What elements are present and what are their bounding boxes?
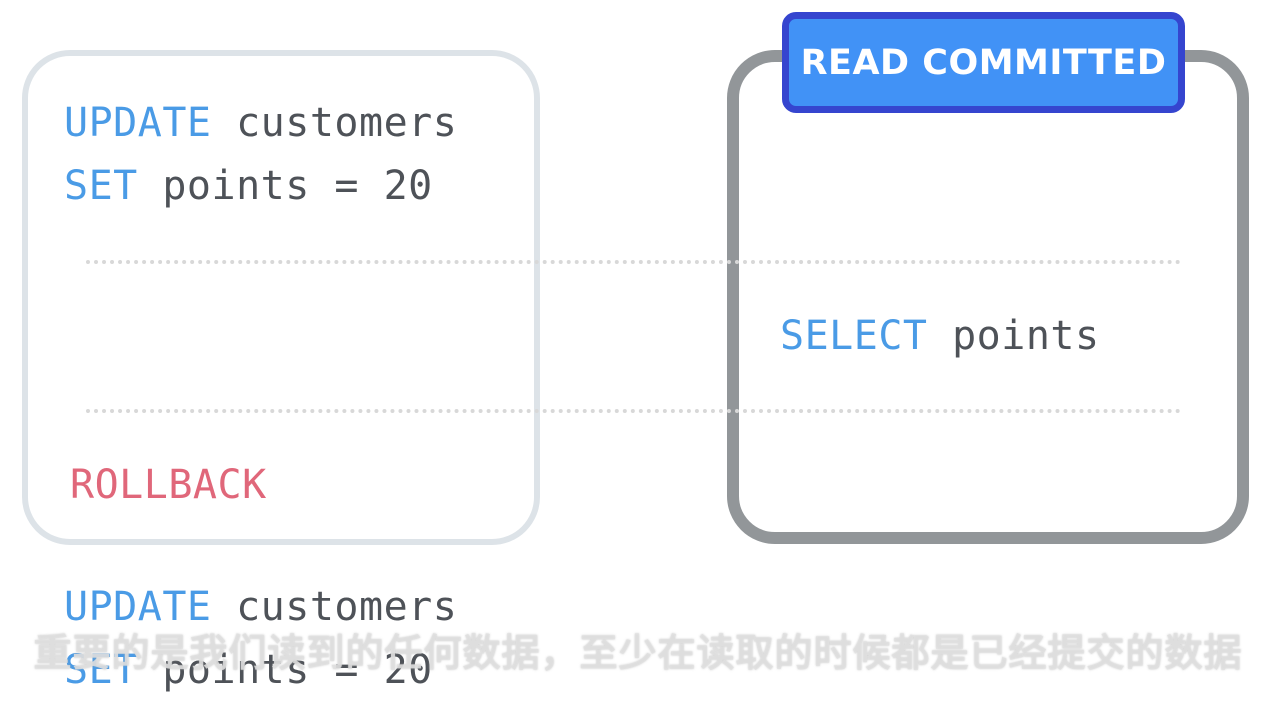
select-column: points: [927, 313, 1100, 359]
update-statement: UPDATE customers: [64, 103, 457, 143]
rollback-statement: ROLLBACK: [70, 462, 267, 508]
transaction-b-box: [727, 50, 1249, 544]
select-statement: SELECT points: [780, 316, 1100, 356]
isolation-level-label: READ COMMITTED: [800, 42, 1167, 83]
timeline-divider-top: [86, 260, 1181, 264]
timeline-divider-bottom: [86, 409, 1181, 413]
set-clause: points = 20: [137, 163, 433, 209]
set-statement: SET points = 20: [64, 166, 433, 206]
update-table: customers: [211, 100, 458, 146]
update-statement-below: UPDATE customers: [64, 587, 457, 627]
update-keyword: UPDATE: [64, 100, 212, 146]
select-keyword: SELECT: [780, 313, 928, 359]
isolation-level-badge: READ COMMITTED: [782, 12, 1185, 113]
video-subtitle: 重要的是我们读到的任何数据，至少在读取的时候都是已经提交的数据: [33, 631, 1243, 675]
set-keyword: SET: [64, 163, 138, 209]
